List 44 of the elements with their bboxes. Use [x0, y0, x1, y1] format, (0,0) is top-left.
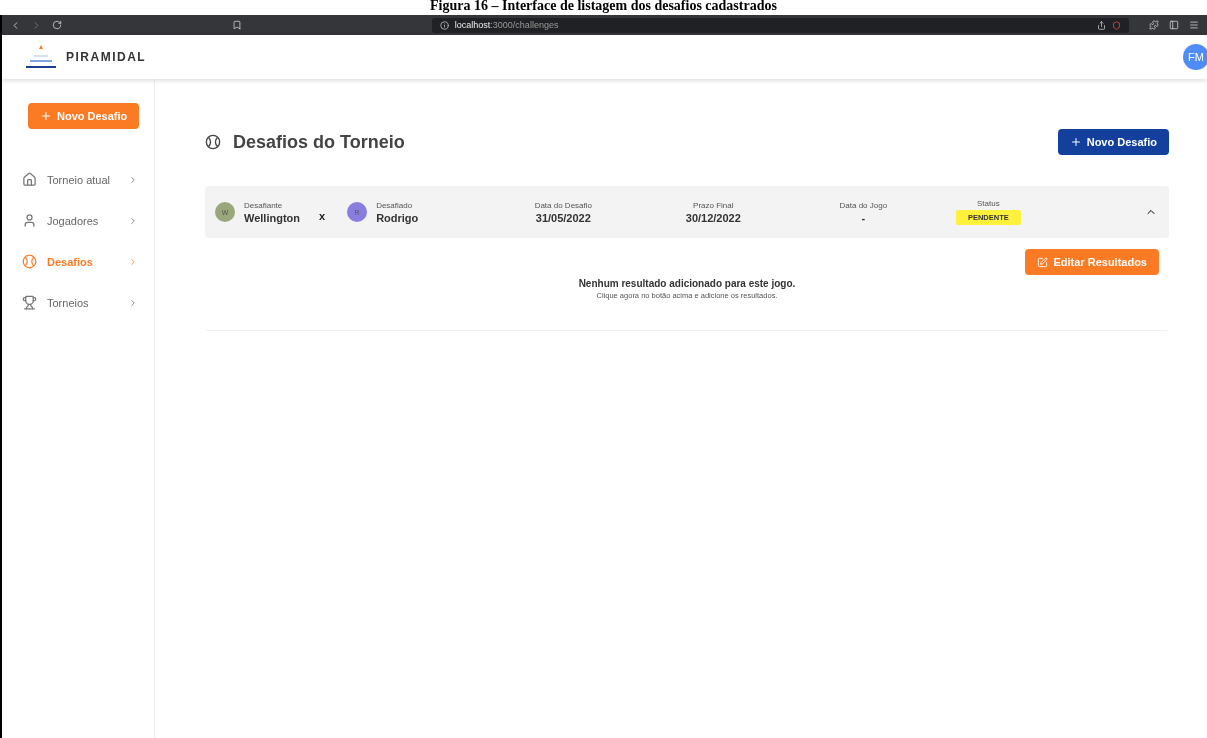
nav-item[interactable]: Torneios	[2, 282, 154, 323]
page-title: Desafios do Torneio	[233, 131, 405, 153]
field-label: Desafiado	[376, 200, 414, 210]
share-icon[interactable]	[1097, 20, 1107, 30]
info-icon	[439, 20, 449, 30]
ball-icon	[205, 134, 221, 150]
edit-icon	[1037, 256, 1049, 268]
chevron-right-icon	[128, 297, 138, 308]
bookmark-icon[interactable]	[231, 20, 242, 30]
figure-caption: Figura 16 – Interface de listagem dos desafios cadastrados	[429, 0, 778, 15]
plus-icon	[40, 110, 52, 122]
url-text: localhost:3000/challenges	[454, 20, 559, 30]
plus-icon	[1069, 136, 1082, 148]
user-avatar[interactable]: FM	[1183, 44, 1207, 70]
panel-icon[interactable]	[1169, 20, 1179, 30]
address-bar[interactable]: localhost:3000/challenges	[431, 17, 1130, 33]
chevron-right-icon	[128, 256, 138, 267]
player-name: Wellington	[244, 211, 300, 224]
versus-mark: x	[319, 210, 326, 222]
brand-name: PIRAMIDAL	[66, 50, 147, 64]
user-icon	[22, 213, 37, 228]
nav-item[interactable]: Torneio atual	[2, 159, 154, 200]
field-value: 30/12/2022	[685, 211, 741, 224]
house-icon	[22, 172, 37, 187]
field-label: Data do Jogo	[839, 200, 888, 210]
empty-message: Nenhum resultado adicionado para este jogo.	[578, 278, 796, 289]
field-label: Prazo Final	[693, 200, 734, 210]
field-label: Desafiante	[244, 200, 284, 210]
chevron-right-icon	[128, 174, 138, 185]
field-label: Data do Desafio	[534, 200, 592, 210]
nav-item[interactable]: Jogadores	[2, 200, 154, 241]
field-label: Status	[976, 199, 1000, 208]
ball-icon	[22, 254, 37, 269]
logo-icon	[24, 44, 58, 70]
field-value: 31/05/2022	[535, 211, 591, 224]
chevron-right-icon	[128, 215, 138, 226]
new-challenge-button[interactable]: Novo Desafio	[1057, 129, 1169, 155]
player-name: Rodrigo	[376, 211, 419, 224]
menu-icon[interactable]	[1189, 20, 1199, 30]
field-value: -	[861, 211, 866, 224]
reload-icon[interactable]	[51, 20, 62, 30]
shield-icon[interactable]	[1112, 20, 1122, 30]
trophy-icon	[22, 295, 37, 310]
puzzle-icon[interactable]	[1149, 20, 1160, 30]
